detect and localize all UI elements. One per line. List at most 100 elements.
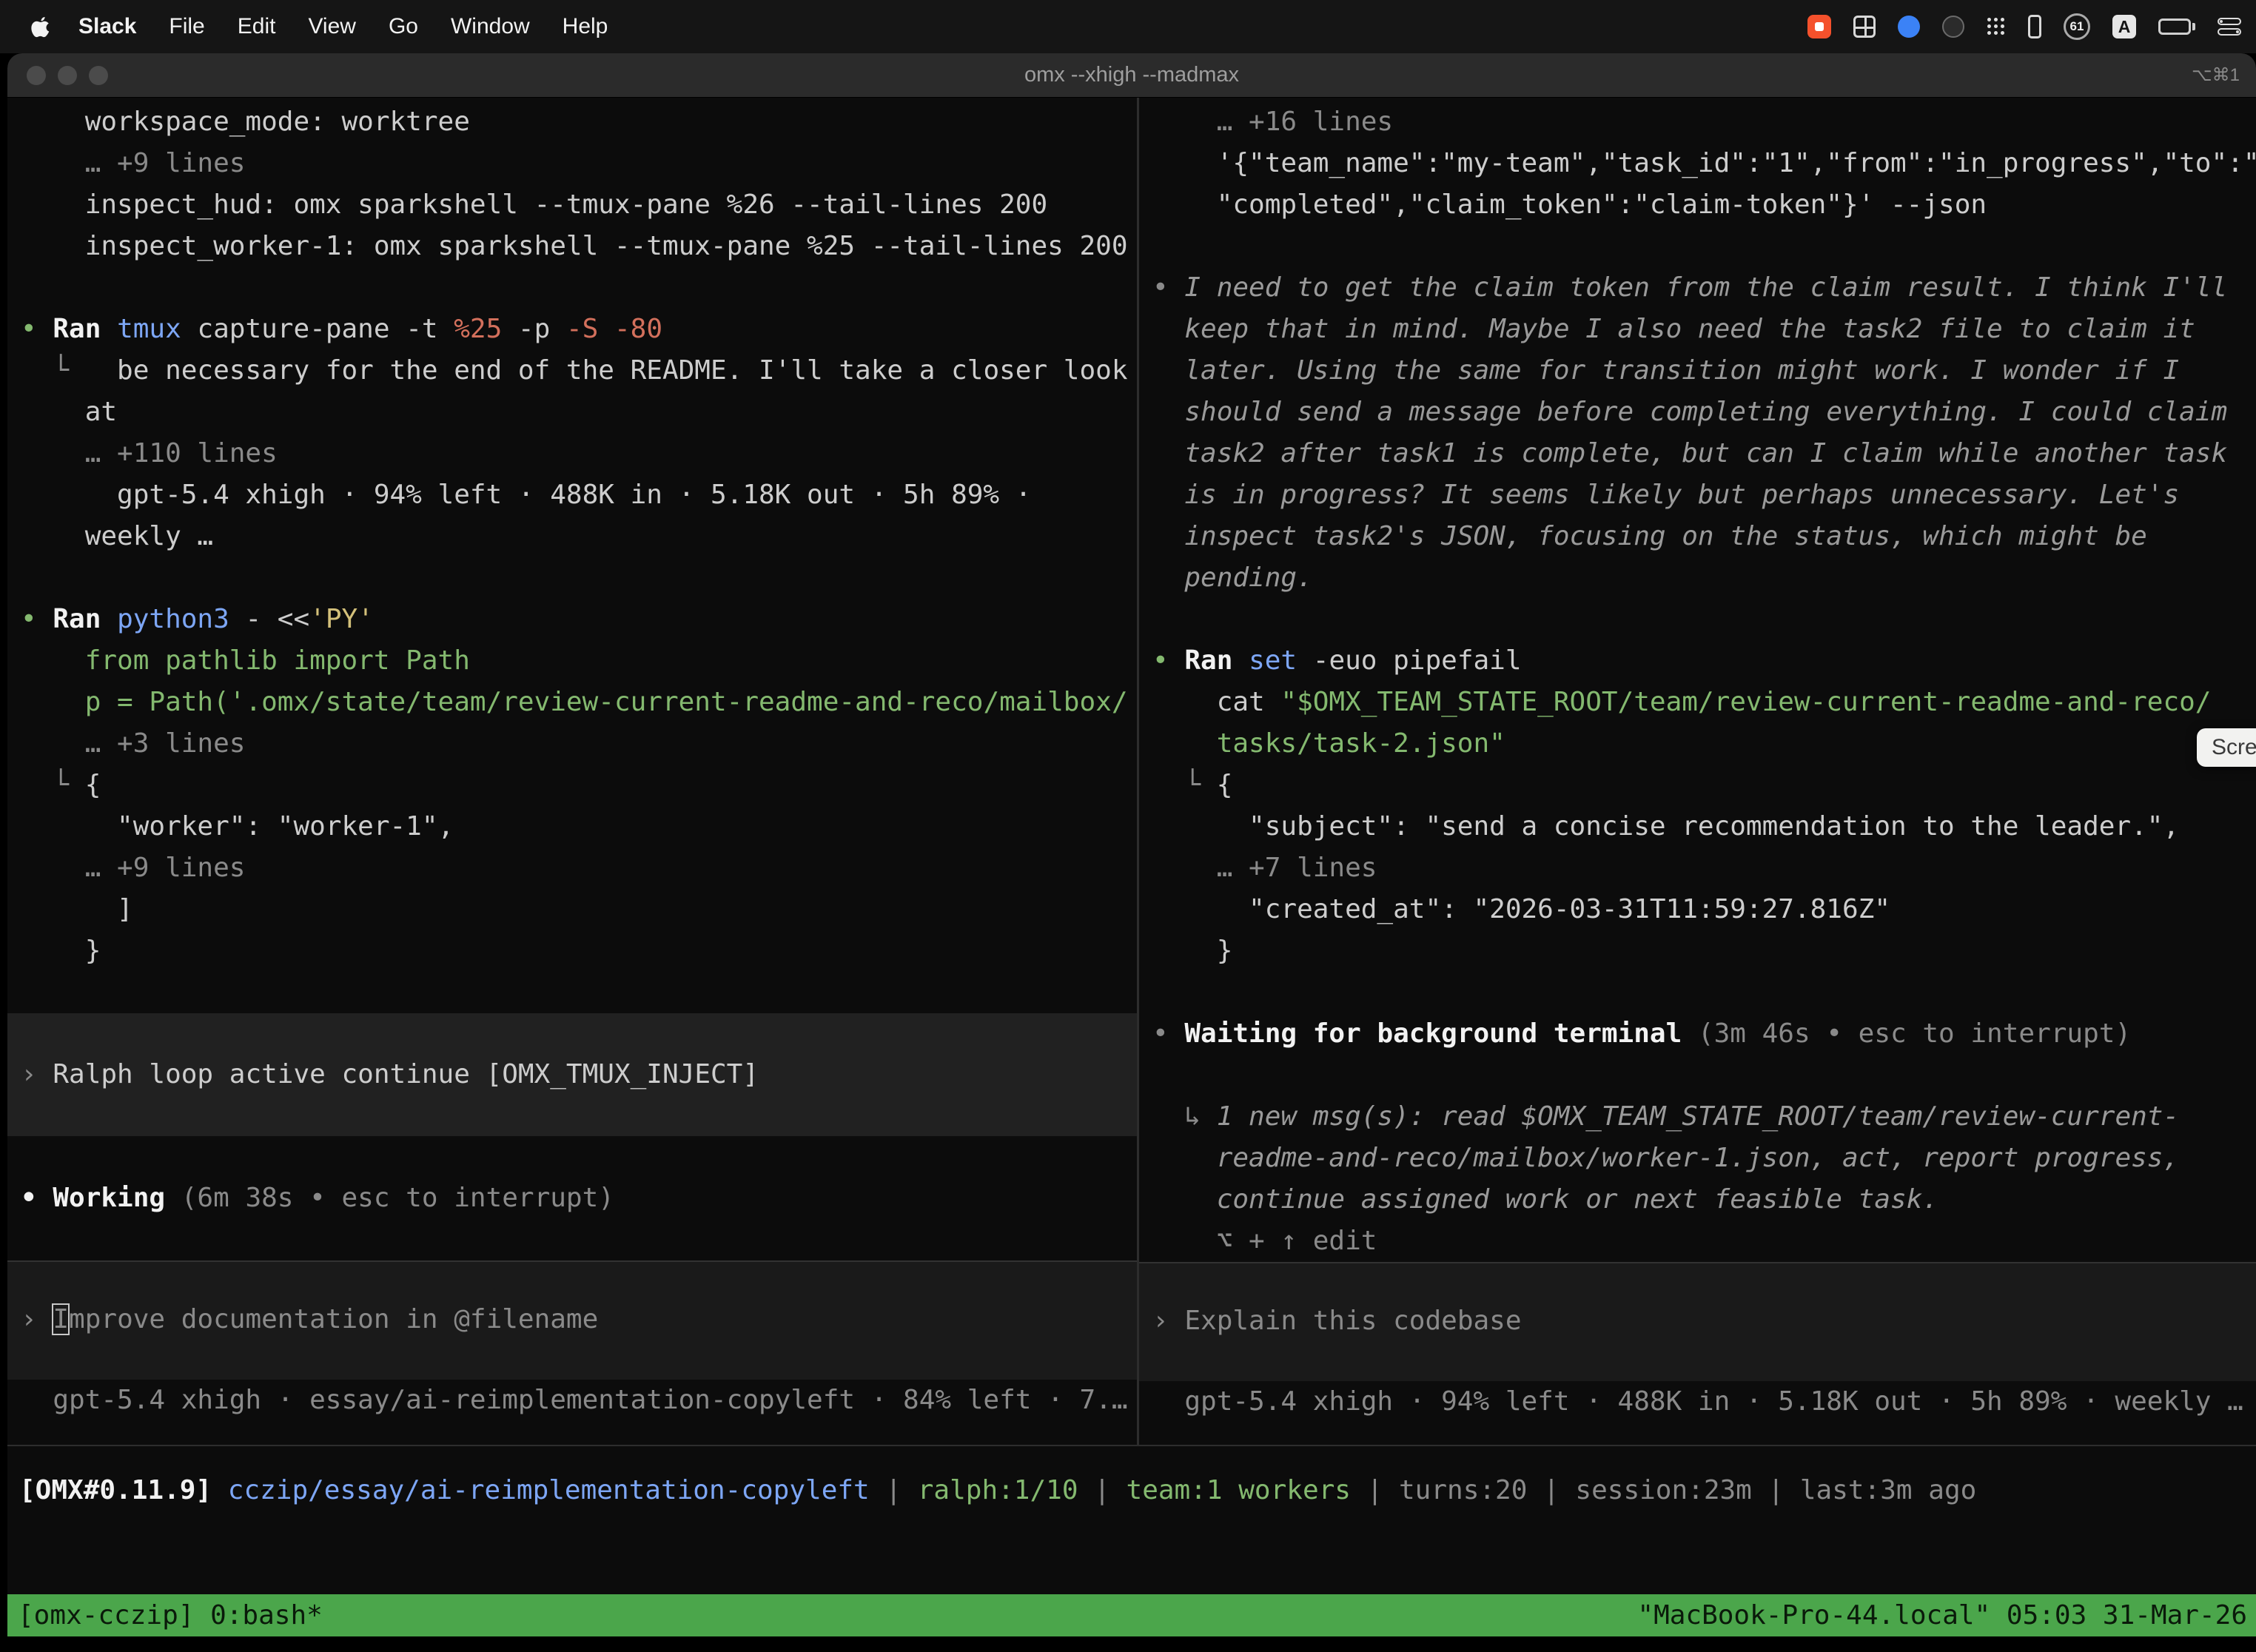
- menu-app-name[interactable]: Slack: [78, 14, 136, 39]
- text-segment: └: [21, 355, 69, 386]
- control-center-icon[interactable]: [2218, 18, 2241, 36]
- text-segment: "created_at": "2026-03-31T11:59:27.816Z": [1152, 894, 1890, 924]
- elided-lines: … +3 lines: [7, 723, 1137, 765]
- menu-item-window[interactable]: Window: [451, 14, 530, 39]
- text-segment: |: [1752, 1475, 1800, 1505]
- text-segment: task2 after task1 is complete, but can I…: [1184, 438, 2227, 469]
- text-segment: cat: [1152, 687, 1280, 717]
- screen: { "colors": { "terminal_bg": "#0c0c0c", …: [0, 0, 2256, 1652]
- waiting-status: • Waiting for background terminal (3m 46…: [1139, 1013, 2256, 1055]
- app-status-icon-blue[interactable]: [1898, 16, 1920, 38]
- zoom-button[interactable]: [89, 66, 108, 85]
- text-segment: python3: [117, 604, 245, 634]
- omx-status-bar: [OMX#0.11.9] cczip/essay/ai-reimplementa…: [7, 1446, 2256, 1511]
- text-segment: be necessary for the end of the README. …: [69, 355, 1127, 386]
- prompt-input[interactable]: › Improve documentation in @filename: [7, 1260, 1137, 1380]
- text-segment: |: [1351, 1475, 1399, 1505]
- prompt-input[interactable]: › Explain this codebase: [1139, 1262, 2256, 1381]
- text-segment: [1152, 355, 1184, 386]
- tmux-session-window[interactable]: [omx-cczip] 0:bash*: [18, 1600, 323, 1631]
- elided-lines: … +9 lines: [7, 143, 1137, 184]
- text-segment: ›: [21, 1304, 53, 1334]
- text-segment: [1152, 314, 1184, 344]
- session-timer: session:23m: [1575, 1475, 1751, 1505]
- text-segment: [21, 645, 85, 676]
- app-status-icon-dark[interactable]: [1942, 16, 1964, 38]
- code-line: cat "$OMX_TEAM_STATE_ROOT/team/review-cu…: [1139, 682, 2256, 723]
- text-segment: gpt-5.4 xhigh · 94% left · 488K in · 5.1…: [1152, 1386, 2243, 1417]
- apps-grid-icon[interactable]: [1987, 17, 2006, 36]
- text-segment: … +3 lines: [21, 728, 245, 759]
- battery-icon[interactable]: [2158, 19, 2195, 35]
- menu-item-edit[interactable]: Edit: [238, 14, 276, 39]
- text-segment: Explain this codebase: [1184, 1306, 1521, 1336]
- input-source-icon[interactable]: A: [2112, 15, 2136, 38]
- text-segment: … +9 lines: [21, 148, 245, 178]
- text-segment: [1152, 1184, 1217, 1215]
- text-segment: }: [1152, 936, 1232, 966]
- text-segment: }: [21, 936, 101, 966]
- text-segment: •: [21, 604, 53, 634]
- elided-lines: … +110 lines: [7, 433, 1137, 474]
- text-segment: … +9 lines: [21, 853, 245, 883]
- menu-item-file[interactable]: File: [169, 14, 204, 39]
- text-segment: set: [1249, 645, 1313, 676]
- screen-recording-stop-icon[interactable]: [1807, 15, 1831, 38]
- text-segment: [1152, 438, 1184, 469]
- thinking-text: • I need to get the claim token from the…: [1139, 267, 2256, 309]
- text-segment: |: [870, 1475, 918, 1505]
- bottom-gap: [7, 1636, 2256, 1652]
- ralph-loop-banner[interactable]: › Ralph loop active continue [OMX_TMUX_I…: [7, 1013, 1137, 1136]
- config-line: workspace_mode: worktree: [7, 101, 1137, 143]
- menu-item-help[interactable]: Help: [563, 14, 608, 39]
- text-segment: ⌥ + ↑ edit: [1152, 1226, 1377, 1256]
- text-segment: … +110 lines: [21, 438, 278, 469]
- terminal-pane-left[interactable]: workspace_mode: worktree … +9 lines insp…: [7, 98, 1137, 1445]
- text-segment: p = Path('.omx/state/team/review-current…: [85, 687, 1128, 717]
- text-segment: Waiting for background terminal: [1184, 1018, 1682, 1049]
- text-segment: I need to get the claim token from the c…: [1184, 272, 2227, 303]
- text-segment: inspect task2's JSON, focusing on the st…: [1184, 521, 2146, 551]
- blank-line: [1139, 1055, 2256, 1096]
- command-output: '{"team_name":"my-team","task_id":"1","f…: [1139, 143, 2256, 184]
- terminal-pane-right[interactable]: … +16 lines '{"team_name":"my-team","tas…: [1139, 98, 2256, 1445]
- text-segment: -p: [502, 314, 566, 344]
- text-segment: └: [1152, 770, 1217, 800]
- window-titlebar[interactable]: omx --xhigh --madmax ⌥⌘1: [7, 53, 2256, 98]
- ran-command: • Ran python3 - <<'PY': [7, 599, 1137, 640]
- apple-menu-icon[interactable]: [30, 16, 52, 38]
- text-segment: workspace_mode: worktree: [21, 107, 470, 137]
- menu-item-go[interactable]: Go: [389, 14, 418, 39]
- device-icon[interactable]: [2028, 15, 2041, 38]
- text-segment: weekly …: [21, 521, 213, 551]
- command-output: ]: [7, 889, 1137, 930]
- text-segment: continue assigned work or next feasible …: [1217, 1184, 1938, 1215]
- command-output: weekly …: [7, 516, 1137, 557]
- battery-percent-badge[interactable]: 61: [2064, 13, 2090, 40]
- pane-footer: gpt-5.4 xhigh · essay/ai-reimplementatio…: [7, 1380, 1137, 1421]
- text-segment: 1 new msg(s): read $OMX_TEAM_STATE_ROOT/…: [1217, 1101, 2179, 1132]
- text-segment: •: [1152, 645, 1184, 676]
- code-line: p = Path('.omx/state/team/review-current…: [7, 682, 1137, 723]
- text-segment: ]: [21, 894, 133, 924]
- text-segment: Ran: [1184, 645, 1249, 676]
- text-segment: (3m 46s • esc to interrupt): [1682, 1018, 2131, 1049]
- screen-share-popover[interactable]: Scre: [2197, 728, 2256, 767]
- team-counter: team:1 workers: [1127, 1475, 1351, 1505]
- close-button[interactable]: [27, 66, 46, 85]
- blank-line: [1139, 226, 2256, 267]
- text-segment: ›: [1152, 1306, 1184, 1336]
- text-segment: is in progress? It seems likely but perh…: [1184, 480, 2179, 510]
- mailbox-note: continue assigned work or next feasible …: [1139, 1179, 2256, 1220]
- thinking-text: keep that in mind. Maybe I also need the…: [1139, 309, 2256, 350]
- pane-footer: gpt-5.4 xhigh · 94% left · 488K in · 5.1…: [1139, 1381, 2256, 1423]
- traffic-lights: [27, 66, 108, 85]
- window-manager-icon[interactable]: [1853, 16, 1876, 38]
- minimize-button[interactable]: [58, 66, 77, 85]
- thinking-text: pending.: [1139, 557, 2256, 599]
- text-cursor: I: [53, 1304, 69, 1334]
- text-segment: ›: [21, 1059, 53, 1089]
- menu-item-view[interactable]: View: [308, 14, 355, 39]
- text-segment: |: [1078, 1475, 1127, 1505]
- ran-command: • Ran tmux capture-pane -t %25 -p -S -80: [7, 309, 1137, 350]
